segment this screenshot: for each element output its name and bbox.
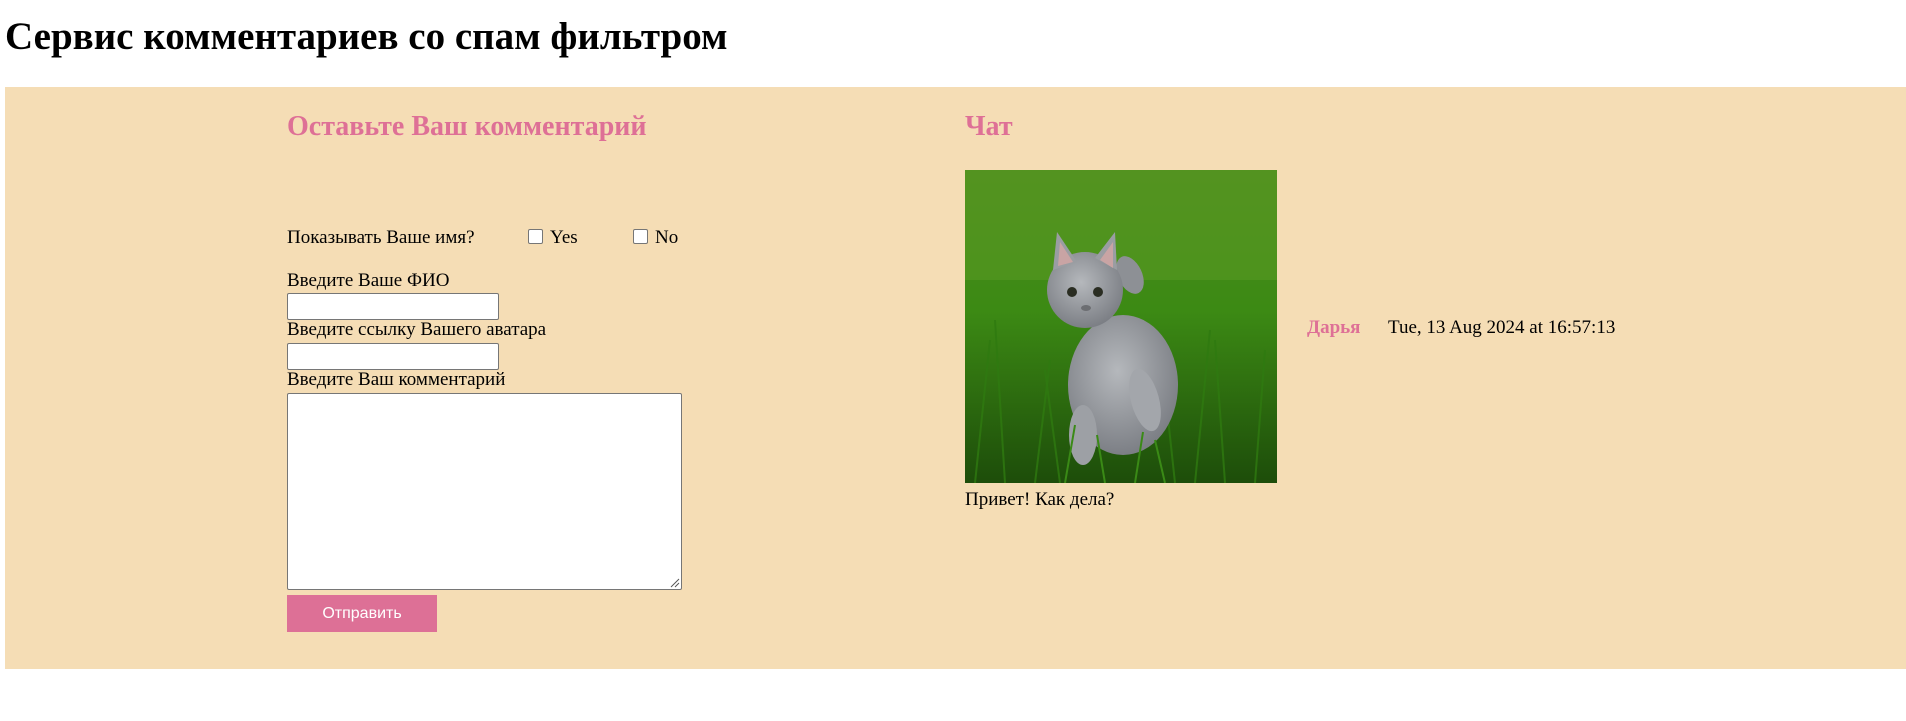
- chat-title: Чат: [965, 111, 1013, 142]
- no-checkbox[interactable]: [633, 229, 648, 244]
- yes-label: Yes: [550, 227, 578, 248]
- avatar-url-input[interactable]: [287, 343, 499, 370]
- comment-form: Оставьте Ваш комментарий Показывать Ваше…: [287, 87, 787, 669]
- message-timestamp: Tue, 13 Aug 2024 at 16:57:13: [1388, 317, 1616, 338]
- fio-label: Введите Ваше ФИО: [287, 270, 450, 291]
- kitten-avatar-icon: [965, 170, 1277, 483]
- yes-checkbox[interactable]: [528, 229, 543, 244]
- show-name-row: Показывать Ваше имя? Yes No: [287, 227, 787, 251]
- comment-label: Введите Ваш комментарий: [287, 369, 506, 390]
- chat-panel: Чат Дарья Tue, 13 Aug 2024 at 16:57:13 П…: [965, 87, 1765, 669]
- content-band: Оставьте Ваш комментарий Показывать Ваше…: [5, 87, 1906, 669]
- no-label: No: [655, 227, 679, 248]
- show-name-label: Показывать Ваше имя?: [287, 227, 475, 248]
- submit-button[interactable]: Отправить: [287, 595, 437, 632]
- fio-input[interactable]: [287, 293, 499, 320]
- message-author: Дарья: [1307, 317, 1361, 338]
- resize-grip-icon[interactable]: [670, 578, 680, 588]
- form-title: Оставьте Ваш комментарий: [287, 111, 647, 142]
- message-text: Привет! Как дела?: [965, 489, 1115, 510]
- page-title: Сервис комментариев со спам фильтром: [5, 15, 728, 58]
- avatar-url-label: Введите ссылку Вашего аватара: [287, 319, 547, 340]
- comment-textarea[interactable]: [287, 393, 682, 590]
